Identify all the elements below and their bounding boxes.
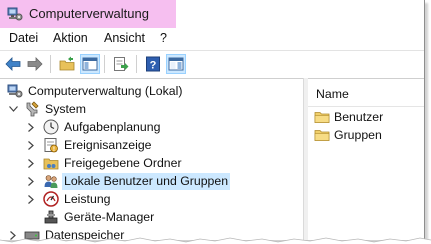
list-item-gruppen[interactable]: Gruppen [314,126,382,144]
folder-up-icon[interactable] [58,55,76,73]
list-item-label: Benutzer [334,110,384,124]
back-arrow-icon[interactable] [4,55,22,73]
tree-item-label: System [45,101,86,116]
result-pane: Name Benutzer Gruppen [308,78,424,240]
column-header-name[interactable]: Name [316,87,349,101]
tree-item-label: Computerverwaltung (Lokal) [28,83,183,98]
computer-management-window: Computerverwaltung Datei Aktion Ansicht … [0,0,425,240]
tree-item-label: Leistung [64,191,111,206]
tree-item-label: Lokale Benutzer und Gruppen [62,172,231,190]
tree-item-geraete-manager[interactable]: Geräte-Manager [0,208,302,226]
menu-datei[interactable]: Datei [9,31,38,45]
tree-item-aufgabenplanung[interactable]: Aufgabenplanung [0,118,302,136]
shared-folder-icon [43,155,59,171]
tree-item-leistung[interactable]: Leistung [0,190,302,208]
folder-icon [314,127,330,143]
forward-arrow-icon[interactable] [26,55,44,73]
show-hide-action-pane-icon[interactable] [166,54,186,74]
console-tree: Computerverwaltung (Lokal) System Aufgab… [0,78,302,240]
window-title: Computerverwaltung [29,6,149,21]
show-hide-console-tree-icon[interactable] [80,54,100,74]
toolbar-separator [104,55,105,73]
chevron-right-icon[interactable] [26,154,36,172]
tree-item-lokale-benutzer-und-gruppen[interactable]: Lokale Benutzer und Gruppen [0,172,302,190]
chevron-down-icon[interactable] [8,100,18,118]
tree-item-label: Ereignisanzeige [64,137,152,152]
menu-ansicht[interactable]: Ansicht [104,31,145,45]
toolbar-separator [50,55,51,73]
computer-management-icon [7,83,23,99]
performance-icon [43,191,59,207]
chevron-right-icon[interactable] [26,118,36,136]
folder-icon [314,109,330,125]
list-item-label: Gruppen [334,128,382,142]
menu-aktion[interactable]: Aktion [53,31,88,45]
help-icon[interactable]: ? [144,55,162,73]
toolbar: ? [0,50,424,79]
toolbar-separator [136,55,137,73]
event-viewer-icon: ! [43,137,59,153]
chevron-right-icon[interactable] [26,136,36,154]
computer-management-icon [7,6,23,22]
export-list-icon[interactable] [112,55,130,73]
torn-edge-decoration [0,237,431,244]
menu-bar: Datei Aktion Ansicht ? [0,29,424,49]
tree-item-system[interactable]: System [0,100,302,118]
svg-text:!: ! [53,146,55,153]
list-item-benutzer[interactable]: Benutzer [314,108,383,126]
tree-item-label: Geräte-Manager [64,209,155,224]
svg-text:?: ? [150,60,157,72]
tree-item-label: Freigegebene Ordner [64,155,182,170]
tree-item-freigegebene-ordner[interactable]: Freigegebene Ordner [0,154,302,172]
tree-item-root[interactable]: Computerverwaltung (Lokal) [0,82,302,100]
system-tools-icon [24,101,40,117]
tree-item-ereignisanzeige[interactable]: ! Ereignisanzeige [0,136,302,154]
clock-icon [43,119,59,135]
menu-help[interactable]: ? [160,31,167,45]
device-manager-icon [43,209,59,225]
chevron-right-icon[interactable] [26,172,36,190]
chevron-right-icon[interactable] [26,190,36,208]
users-group-icon [43,173,59,189]
tree-item-label: Aufgabenplanung [64,119,161,134]
header-divider [308,106,424,107]
title-bar: Computerverwaltung [0,0,176,28]
